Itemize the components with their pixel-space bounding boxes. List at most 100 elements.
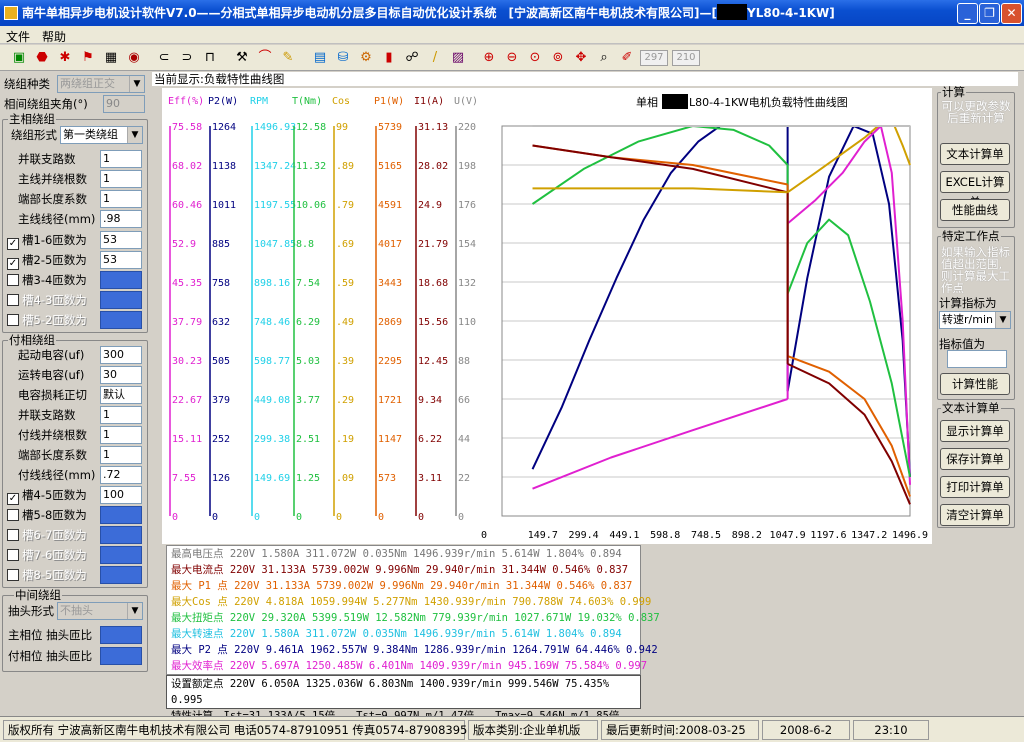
slot-checkbox[interactable]: [7, 529, 19, 541]
slot-turns-input[interactable]: [100, 526, 142, 544]
y-tick-label: 8.8: [296, 239, 314, 250]
zoom-in-icon[interactable]: ⊕: [480, 49, 498, 67]
slot-checkbox[interactable]: ✓: [7, 493, 19, 505]
calculator-icon[interactable]: ▤: [311, 49, 329, 67]
aux-row-input[interactable]: .72: [100, 466, 142, 484]
zoom-fit-icon[interactable]: ⊙: [526, 49, 544, 67]
menu-file[interactable]: 文件: [0, 26, 36, 47]
tool-a-icon[interactable]: ⊂: [155, 49, 173, 67]
slot-turns-input[interactable]: [100, 546, 142, 564]
y-tick-label: 52.9: [172, 239, 196, 250]
save-sheet-button[interactable]: 保存计算单: [940, 448, 1010, 470]
x-tick-label: 299.4: [569, 530, 599, 541]
y-tick-label: 758: [212, 278, 230, 289]
y-tick-label: .69: [336, 239, 354, 250]
slot-checkbox[interactable]: [7, 294, 19, 306]
y-tick-label: 9.34: [418, 395, 442, 406]
main-row-input[interactable]: 1: [100, 170, 142, 188]
maximize-button[interactable]: ❐: [979, 3, 1000, 24]
tap-form-select[interactable]: 不抽头 ▼: [57, 602, 143, 620]
slot-turns-input[interactable]: [100, 311, 142, 329]
main-tap-input[interactable]: [100, 626, 142, 644]
y-tick-label: 632: [212, 317, 230, 328]
excel-calc-button[interactable]: EXCEL计算单: [940, 171, 1010, 209]
slot-checkbox[interactable]: [7, 274, 19, 286]
rated-line: 设置额定点 220V 6.050A 1325.036W 6.803Nm 1400…: [171, 678, 610, 706]
target-icon[interactable]: ◉: [125, 49, 143, 67]
slot-turns-input[interactable]: [100, 291, 142, 309]
minimize-button[interactable]: _: [957, 3, 978, 24]
target-select[interactable]: 转速r/min ▼: [939, 311, 1011, 329]
phase-angle-input[interactable]: 90: [103, 95, 145, 113]
slot-turns-input[interactable]: 53: [100, 231, 142, 249]
stop-icon[interactable]: ⬣: [33, 49, 51, 67]
slot-turns-input[interactable]: [100, 271, 142, 289]
zoom-query-icon[interactable]: ⌕: [595, 49, 613, 67]
aux-row-input[interactable]: 1: [100, 406, 142, 424]
tool-b-icon[interactable]: ⊃: [178, 49, 196, 67]
slot-checkbox[interactable]: ✓: [7, 258, 19, 270]
graph-icon[interactable]: ▨: [449, 49, 467, 67]
slot-turns-input[interactable]: [100, 506, 142, 524]
settings-icon[interactable]: ✱: [56, 49, 74, 67]
aux-row-label: 起动电容(uf): [18, 348, 85, 362]
target-value-input[interactable]: [947, 350, 1007, 368]
slot-label: 槽4-3匝数为: [22, 293, 87, 307]
y-tick-label: 0: [458, 512, 464, 523]
y-tick-label: 45.35: [172, 278, 202, 289]
clear-sheet-button[interactable]: 清空计算单: [940, 504, 1010, 526]
y-tick-label: 0: [254, 512, 260, 523]
slot-checkbox[interactable]: [7, 549, 19, 561]
close-button[interactable]: ✕: [1001, 3, 1022, 24]
pan-icon[interactable]: ✥: [572, 49, 590, 67]
slot-turns-input[interactable]: 100: [100, 486, 142, 504]
aux-row-input[interactable]: 1: [100, 426, 142, 444]
winding-type-select[interactable]: 两绕组正交 ▼: [57, 75, 145, 93]
bars-icon[interactable]: ▮: [380, 49, 398, 67]
slot-label: 槽4-5匝数为: [22, 488, 87, 502]
status-edition: 版本类别:企业单机版: [468, 720, 598, 740]
zoom-out-icon[interactable]: ⊖: [503, 49, 521, 67]
slot-checkbox[interactable]: [7, 314, 19, 326]
main-form-select[interactable]: 第一类绕组 ▼: [60, 126, 143, 144]
print-sheet-button[interactable]: 打印计算单: [940, 476, 1010, 498]
edit-icon[interactable]: ✎: [279, 49, 297, 67]
main-row-input[interactable]: 1: [100, 190, 142, 208]
y-tick-label: .89: [336, 161, 354, 172]
aux-row-input[interactable]: 默认: [100, 386, 142, 404]
curve-icon[interactable]: ⌒: [256, 49, 274, 67]
chart-title: L80-4-1KW电机负载特性曲线图: [689, 95, 848, 109]
slot-checkbox[interactable]: [7, 569, 19, 581]
perf-curve-button[interactable]: 性能曲线: [940, 199, 1010, 221]
tool-c-icon[interactable]: ⊓: [201, 49, 219, 67]
aux-tap-input[interactable]: [100, 647, 142, 665]
main-slot-row: ✓ 槽1-6匝数为: [7, 231, 87, 250]
slot-checkbox[interactable]: [7, 509, 19, 521]
binoculars-icon[interactable]: ☍: [403, 49, 421, 67]
slot-turns-input[interactable]: 53: [100, 251, 142, 269]
text-calc-button[interactable]: 文本计算单: [940, 143, 1010, 165]
slot-label: 槽6-7匝数为: [22, 528, 87, 542]
y-tick-label: 220: [458, 122, 476, 133]
aux-row-input[interactable]: 1: [100, 446, 142, 464]
main-row-input[interactable]: .98: [100, 210, 142, 228]
y-tick-label: 15.56: [418, 317, 448, 328]
main-row-input[interactable]: 1: [100, 150, 142, 168]
flag-icon[interactable]: ⚑: [79, 49, 97, 67]
menu-help[interactable]: 帮助: [36, 26, 72, 47]
slot-turns-input[interactable]: [100, 566, 142, 584]
open-icon[interactable]: ▣: [10, 49, 28, 67]
monitor-icon[interactable]: ▦: [102, 49, 120, 67]
slot-checkbox[interactable]: ✓: [7, 238, 19, 250]
pencil-icon[interactable]: /: [426, 49, 444, 67]
zoom-window-icon[interactable]: ⊚: [549, 49, 567, 67]
calc-perf-button[interactable]: 计算性能: [940, 373, 1010, 395]
show-sheet-button[interactable]: 显示计算单: [940, 420, 1010, 442]
pen-icon[interactable]: ✐: [618, 49, 636, 67]
tools-icon[interactable]: ⚙: [357, 49, 375, 67]
aux-row-input[interactable]: 300: [100, 346, 142, 364]
wrench-icon[interactable]: ⚒: [233, 49, 251, 67]
database-icon[interactable]: ⛁: [334, 49, 352, 67]
y-tick-label: 1147: [378, 434, 402, 445]
aux-row-input[interactable]: 30: [100, 366, 142, 384]
